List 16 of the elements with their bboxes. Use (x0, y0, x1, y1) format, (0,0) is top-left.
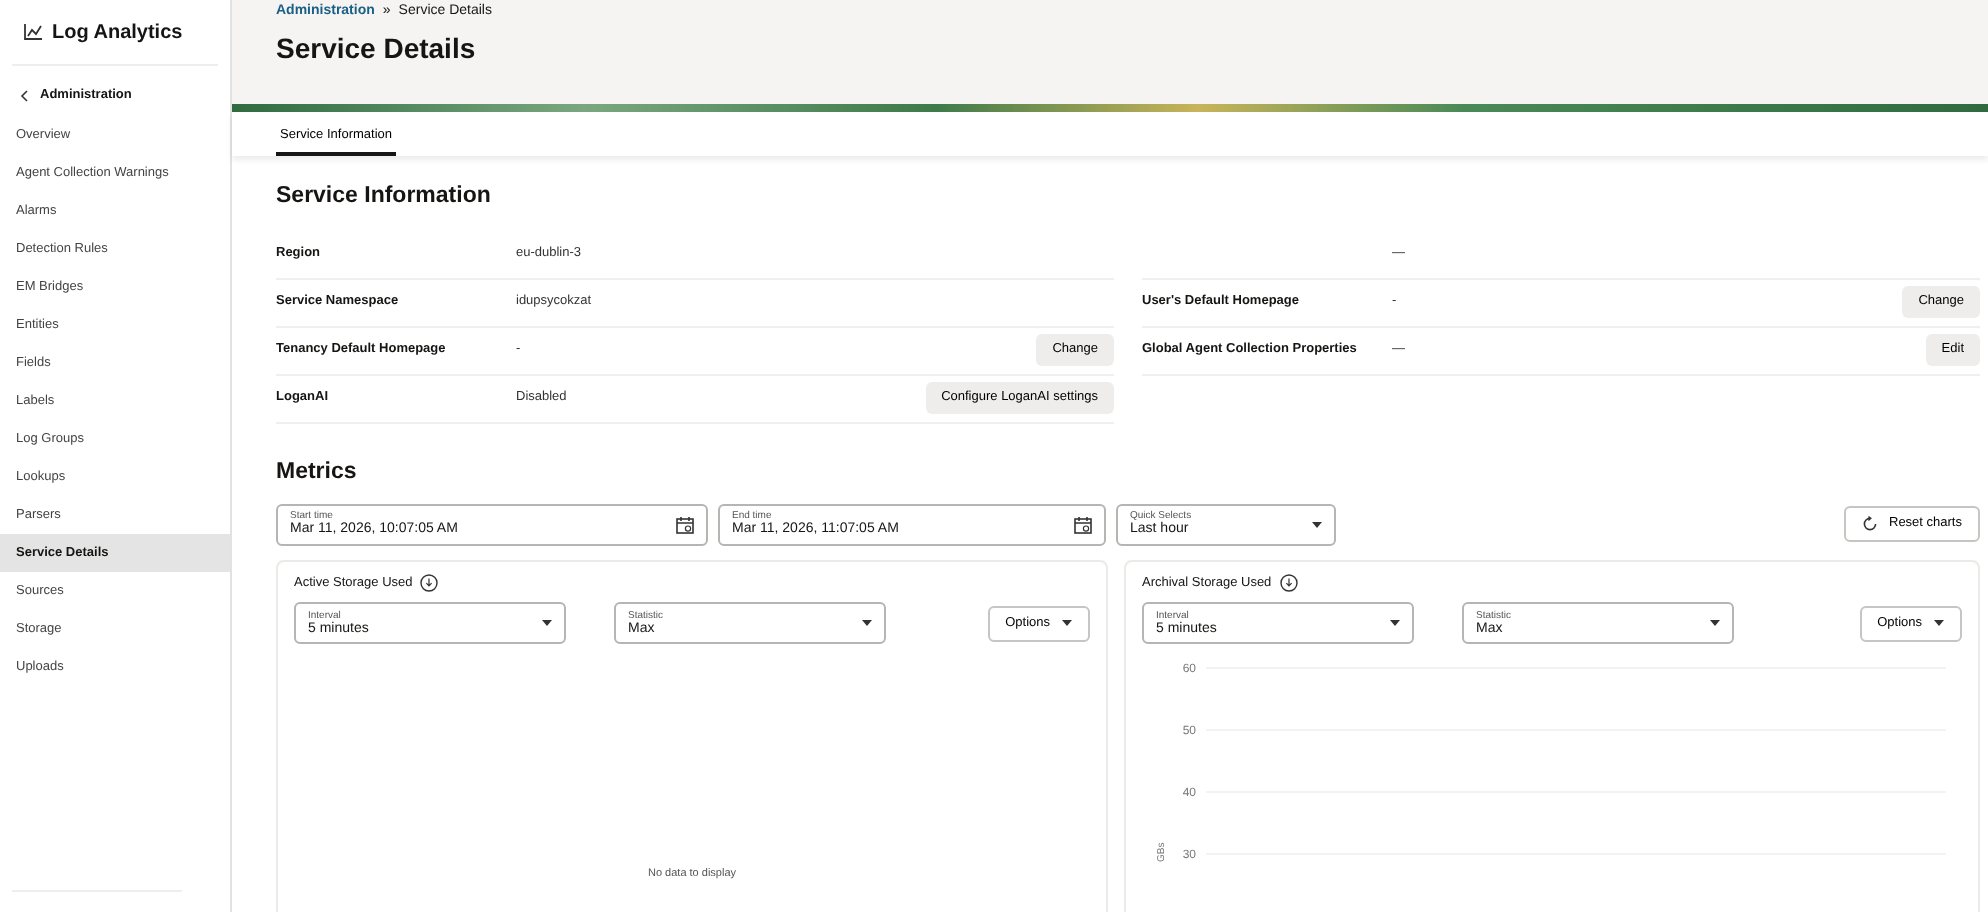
chevron-left-icon (20, 89, 28, 102)
caret-icon (862, 620, 872, 627)
calendar-icon (1074, 515, 1092, 534)
section-title: Service Information (276, 184, 493, 212)
caret-icon (1062, 620, 1072, 627)
caret-icon (542, 620, 552, 627)
caret-icon (1312, 521, 1322, 528)
caret-icon (1390, 620, 1400, 627)
section-title: Metrics (276, 459, 359, 488)
caret-icon (1710, 620, 1720, 627)
calendar-icon (676, 515, 694, 534)
page-title: Service Details (276, 32, 478, 66)
caret-icon (1934, 620, 1944, 627)
app-title: Log Analytics (52, 19, 183, 47)
chart-icon (24, 24, 42, 40)
refresh-icon (1861, 516, 1877, 533)
